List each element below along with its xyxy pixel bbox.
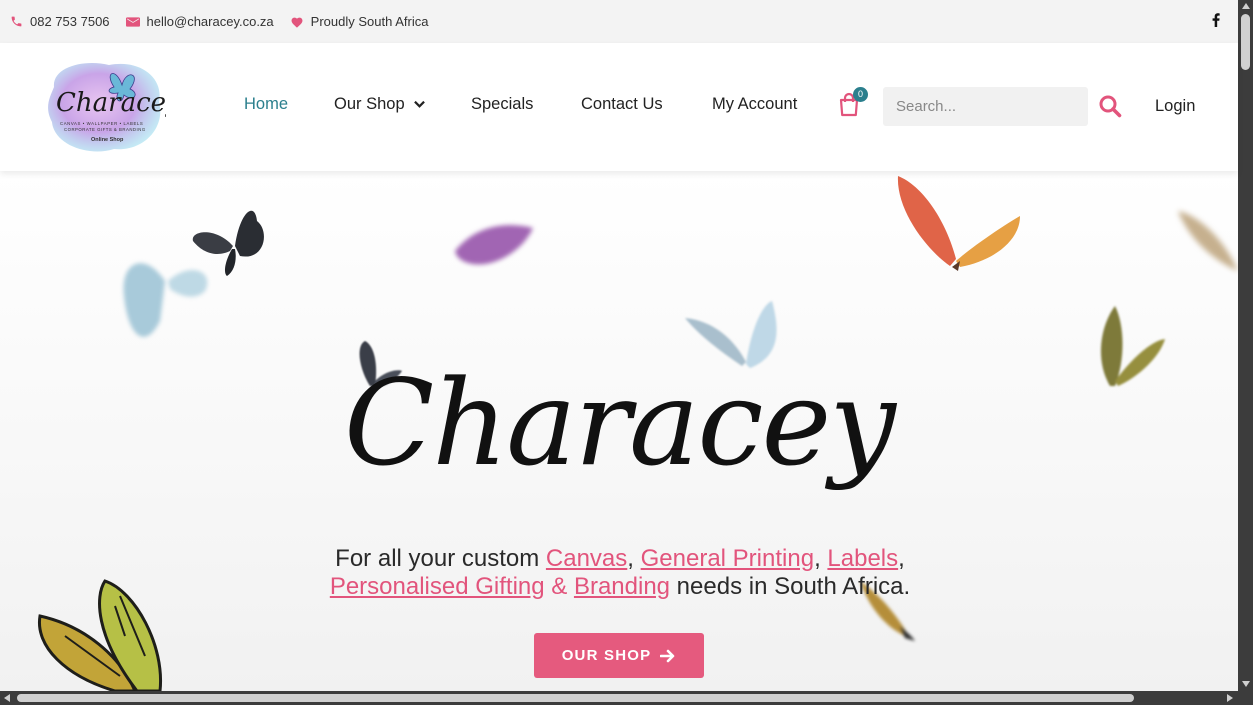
scroll-left-arrow-icon[interactable]	[4, 694, 10, 702]
search-icon	[1099, 95, 1122, 118]
vertical-scroll-thumb[interactable]	[1241, 14, 1250, 70]
hero-title: Characey	[344, 354, 896, 492]
horizontal-scrollbar[interactable]	[0, 691, 1238, 705]
scroll-up-arrow-icon[interactable]	[1242, 3, 1250, 9]
cart-count-badge: 0	[853, 87, 868, 102]
hero-text-intro: For all your custom	[335, 545, 546, 572]
nav-contact-us[interactable]: Contact Us	[581, 95, 663, 114]
hero-sep-2: ,	[814, 545, 828, 572]
our-shop-button[interactable]: OUR SHOP	[534, 633, 704, 678]
arrow-right-icon	[660, 649, 675, 662]
butterfly-orange-icon	[897, 176, 1020, 271]
butterfly-blue-blur-icon	[123, 263, 208, 337]
link-personalised-gifting[interactable]: Personalised Gifting	[330, 573, 545, 600]
tagline: Proudly South Africa	[290, 14, 429, 29]
cart-button[interactable]: 0	[838, 87, 868, 120]
link-general-printing[interactable]: General Printing	[641, 545, 814, 572]
butterfly-purple-blur-icon	[455, 225, 533, 265]
scrollbar-corner	[1238, 691, 1253, 705]
site-logo[interactable]: Characey CANVAS • WALLPAPER • LABELS COR…	[44, 57, 181, 157]
butterfly-yellow-icon	[37, 579, 163, 691]
hero-description: For all your custom Canvas, General Prin…	[240, 545, 1000, 601]
facebook-icon	[1212, 13, 1220, 27]
heart-icon	[291, 17, 303, 28]
hero-sep-1: ,	[627, 545, 641, 572]
svg-text:Online Shop: Online Shop	[91, 137, 124, 143]
nav-home[interactable]: Home	[244, 95, 288, 114]
envelope-icon	[125, 16, 140, 27]
site-header: Characey CANVAS • WALLPAPER • LABELS COR…	[0, 43, 1238, 171]
hero-section: Characey For all your custom Canvas, Gen…	[0, 171, 1238, 691]
link-labels[interactable]: Labels	[827, 545, 898, 572]
top-info-bar: 082 753 7506 hello@characey.co.za Proudl…	[0, 0, 1238, 43]
search-button[interactable]	[1098, 94, 1124, 120]
horizontal-scroll-thumb[interactable]	[17, 694, 1134, 702]
email-contact[interactable]: hello@characey.co.za	[125, 14, 274, 29]
svg-text:CANVAS • WALLPAPER • LABELS: CANVAS • WALLPAPER • LABELS	[60, 121, 143, 126]
phone-number: 082 753 7506	[30, 14, 110, 29]
search-input[interactable]	[883, 87, 1088, 126]
svg-text:CORPORATE GIFTS & BRANDING: CORPORATE GIFTS & BRANDING	[64, 127, 146, 132]
butterfly-brown-blur-icon	[1178, 211, 1238, 271]
vertical-scrollbar[interactable]	[1238, 0, 1253, 705]
tagline-text: Proudly South Africa	[310, 14, 429, 29]
facebook-link[interactable]	[1212, 13, 1220, 30]
hero-text-outro: needs in South Africa.	[670, 573, 911, 600]
logo-image: Characey CANVAS • WALLPAPER • LABELS COR…	[48, 63, 181, 152]
chevron-down-icon	[413, 100, 425, 108]
nav-my-account[interactable]: My Account	[712, 95, 797, 114]
hero-sep-3: ,	[898, 545, 905, 572]
hero-ampersand: &	[544, 573, 574, 600]
nav-our-shop[interactable]: Our Shop	[334, 95, 425, 114]
svg-text:Characey: Characey	[56, 88, 166, 118]
login-link[interactable]: Login	[1155, 97, 1195, 116]
phone-contact[interactable]: 082 753 7506	[10, 14, 110, 29]
scroll-down-arrow-icon[interactable]	[1242, 681, 1250, 687]
scroll-right-arrow-icon[interactable]	[1227, 694, 1233, 702]
nav-our-shop-label: Our Shop	[334, 95, 405, 113]
our-shop-button-label: OUR SHOP	[561, 647, 652, 664]
link-canvas[interactable]: Canvas	[546, 545, 627, 572]
email-address: hello@characey.co.za	[146, 14, 274, 29]
nav-specials[interactable]: Specials	[471, 95, 533, 114]
phone-icon	[11, 16, 22, 27]
link-branding[interactable]: Branding	[574, 573, 670, 600]
